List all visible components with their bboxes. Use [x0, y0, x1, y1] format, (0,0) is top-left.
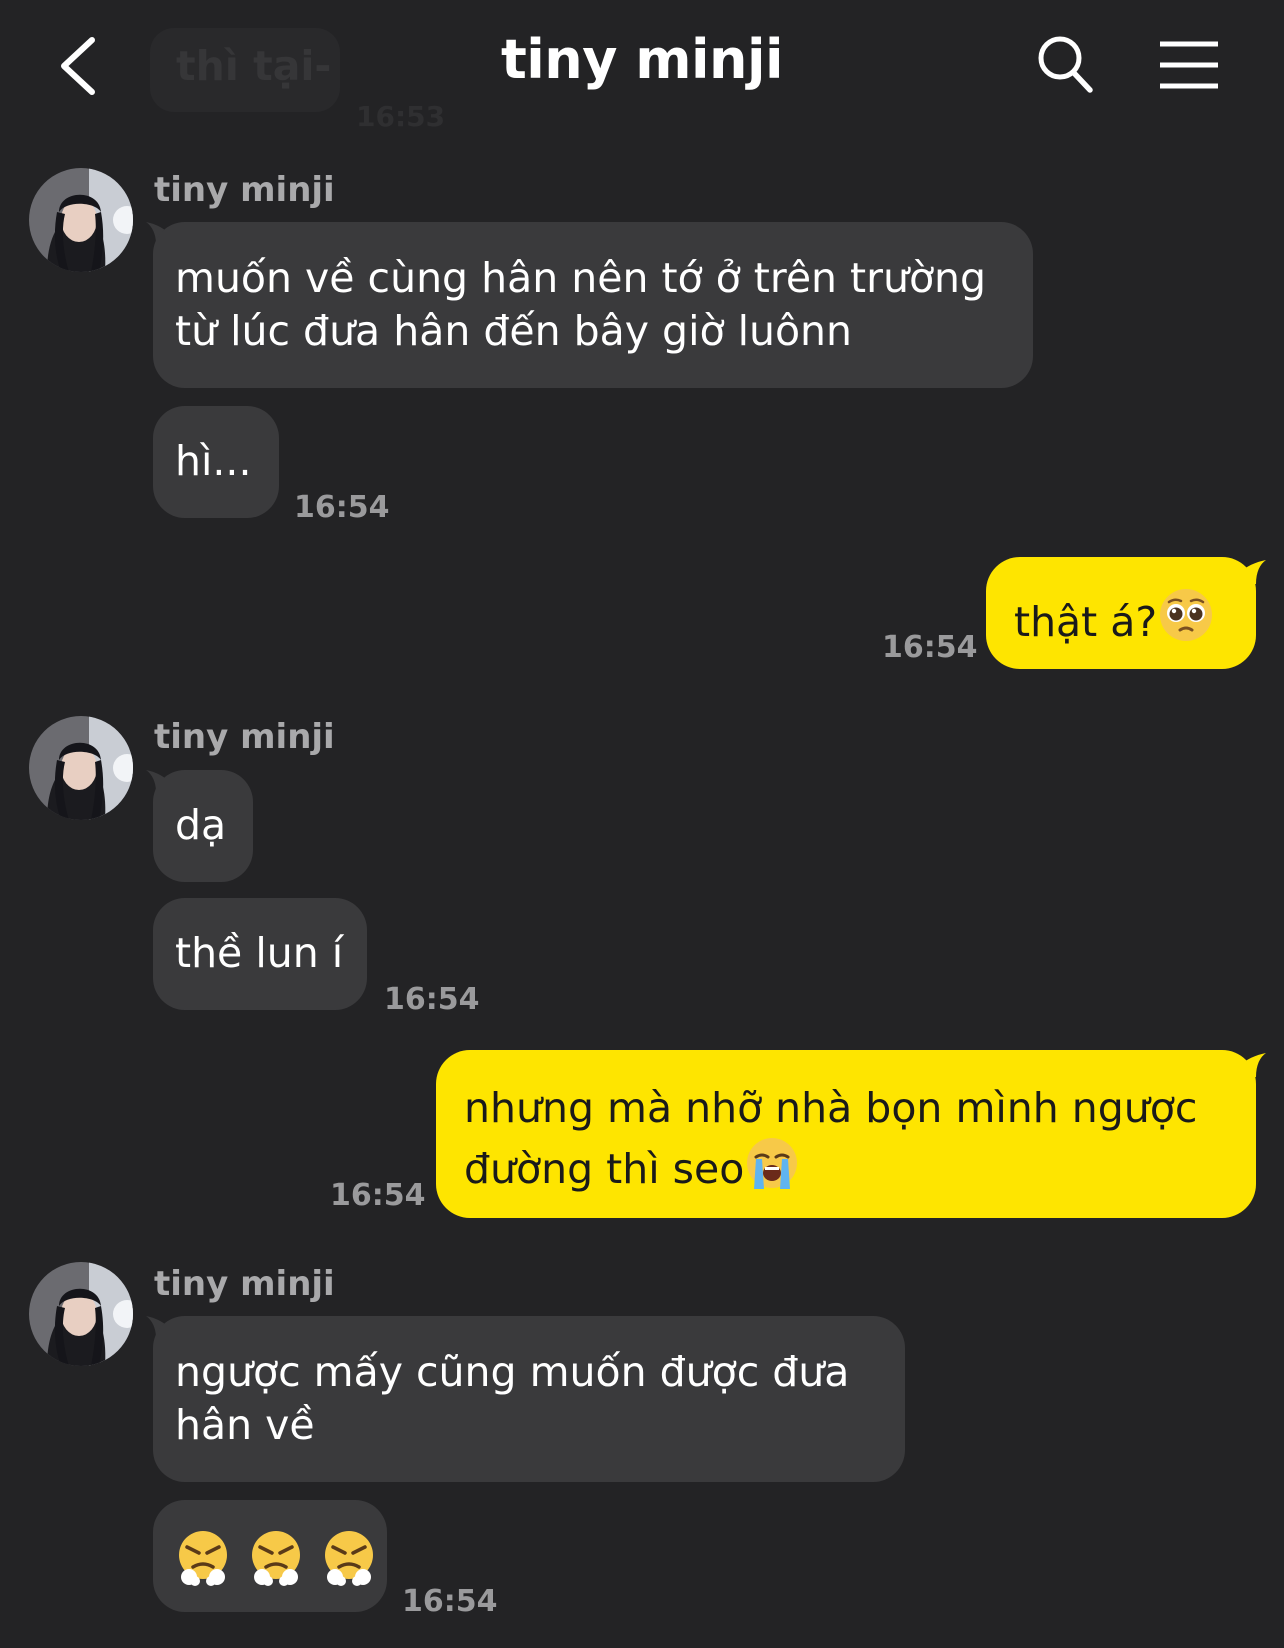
message-text: dạ [175, 801, 227, 849]
profile-photo [29, 168, 133, 272]
pleading-face-emoji [1157, 586, 1215, 657]
message-text: thật á? [1014, 598, 1158, 646]
message-bubble[interactable] [153, 1500, 387, 1612]
avatar[interactable] [29, 1262, 133, 1366]
huffing-face-emoji [246, 1531, 306, 1597]
message-time: 16:54 [384, 982, 480, 1017]
outgoing-bubble-tail [1238, 560, 1266, 584]
loudly-crying-face-emoji [744, 1135, 800, 1204]
message-text: từ lúc đưa hân đến bây giờ luônn [175, 307, 853, 355]
chat-header: thì tại- 16:53 tiny minji [0, 0, 1284, 140]
message-text: thề lun í [175, 929, 344, 977]
sender-name: tiny minji [154, 1264, 335, 1304]
message-bubble[interactable]: ngược mấy cũng muốn được đưa hân về [153, 1316, 905, 1482]
message-text: muốn về cùng hân nên tớ ở trên trường [175, 254, 987, 302]
outgoing-message-bubble[interactable]: nhưng mà nhỡ nhà bọn mình ngược đường th… [436, 1050, 1256, 1218]
sender-name: tiny minji [154, 170, 335, 210]
search-icon [1038, 36, 1093, 93]
avatar[interactable] [29, 716, 133, 820]
message-time: 16:54 [330, 1178, 426, 1213]
profile-photo [29, 716, 133, 820]
message-time: 16:54 [402, 1584, 498, 1619]
outgoing-message-bubble[interactable]: thật á? [986, 557, 1256, 669]
profile-photo [29, 1262, 133, 1366]
message-time: 16:54 [882, 630, 978, 665]
message-bubble[interactable]: muốn về cùng hân nên tớ ở trên trường từ… [153, 222, 1033, 388]
chat-screen: thì tại- 16:53 tiny minji tiny minji muố… [0, 0, 1284, 1648]
message-text: nhưng mà nhỡ nhà bọn mình ngược [464, 1084, 1198, 1132]
search-button[interactable] [1036, 34, 1096, 96]
message-text: hân về [175, 1401, 315, 1449]
hamburger-menu-icon [1160, 41, 1218, 89]
outgoing-bubble-tail [1238, 1053, 1266, 1077]
message-text: hì... [175, 437, 252, 485]
message-bubble[interactable]: dạ [153, 770, 253, 882]
message-time: 16:54 [294, 490, 390, 525]
scrolled-message-time: 16:53 [356, 100, 446, 133]
message-text: đường thì seo [464, 1145, 745, 1193]
message-bubble[interactable]: thề lun í [153, 898, 367, 1010]
huffing-face-emoji [173, 1531, 233, 1597]
huffing-face-emoji [319, 1531, 379, 1597]
message-text: ngược mấy cũng muốn được đưa [175, 1348, 850, 1396]
avatar[interactable] [29, 168, 133, 272]
message-bubble[interactable]: hì... [153, 406, 279, 518]
menu-button[interactable] [1158, 40, 1220, 90]
sender-name: tiny minji [154, 717, 335, 757]
